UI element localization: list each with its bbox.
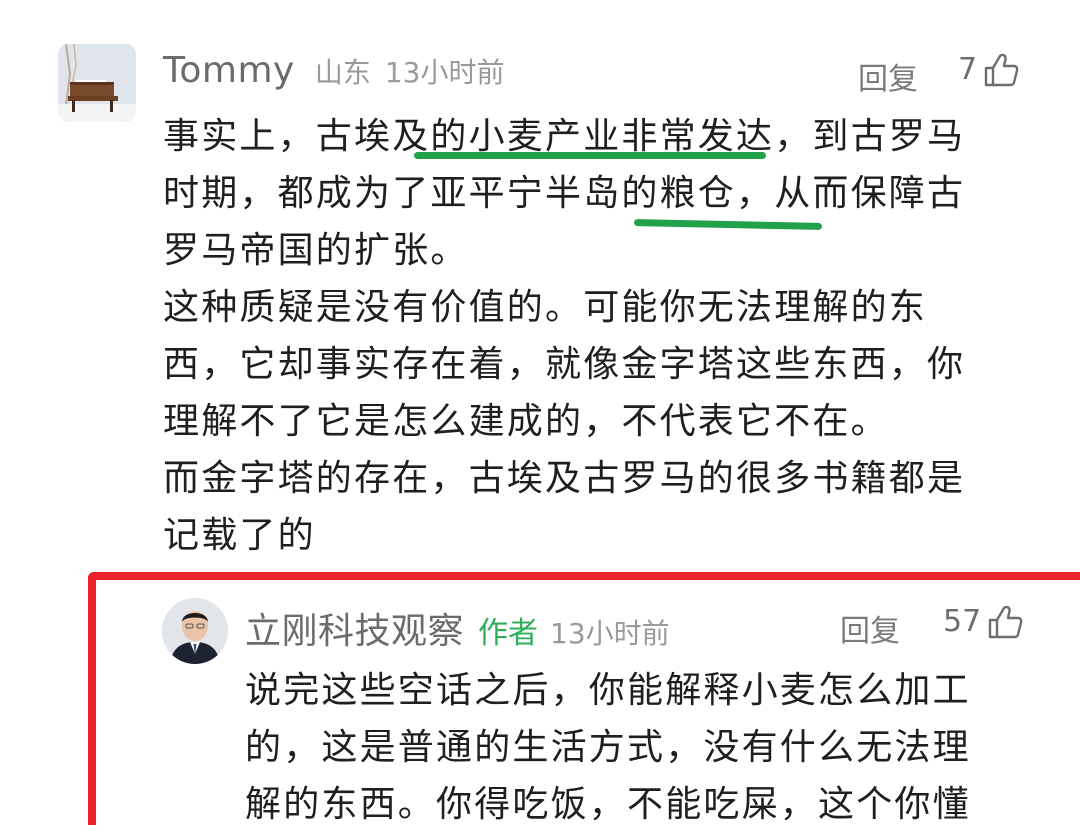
thumbs-up-icon — [988, 605, 1023, 638]
timestamp: 13小时前 — [550, 617, 670, 650]
username[interactable]: 立刚科技观察 — [245, 602, 464, 654]
comment-thread: Tommy 山东 13小时前 回复 7 事实上，古埃及的小麦产业非常发达，到古罗… — [0, 0, 1080, 825]
avatar[interactable] — [162, 598, 228, 664]
comment-line: 说完这些空话之后，你能解释小麦怎么加工 — [245, 670, 971, 711]
comment-meta: 立刚科技观察 作者 13小时前 — [245, 602, 670, 654]
reply-button[interactable]: 回复 — [840, 606, 900, 650]
comment-line: 解的东西。你得吃饭，不能吃屎，这个你懂 — [245, 784, 971, 825]
author-portrait-image — [162, 598, 228, 664]
like-button[interactable]: 57 — [943, 604, 1023, 639]
comment-author-reply: 立刚科技观察 作者 13小时前 回复 57 说完这些空话之后，你能解释小麦怎么加… — [0, 0, 1080, 825]
author-badge: 作者 — [478, 616, 539, 651]
like-count: 57 — [943, 604, 982, 639]
comment-line: 的，这是普通的生活方式，没有什么无法理 — [245, 727, 971, 768]
comment-body: 说完这些空话之后，你能解释小麦怎么加工 的，这是普通的生活方式，没有什么无法理 … — [245, 662, 971, 825]
